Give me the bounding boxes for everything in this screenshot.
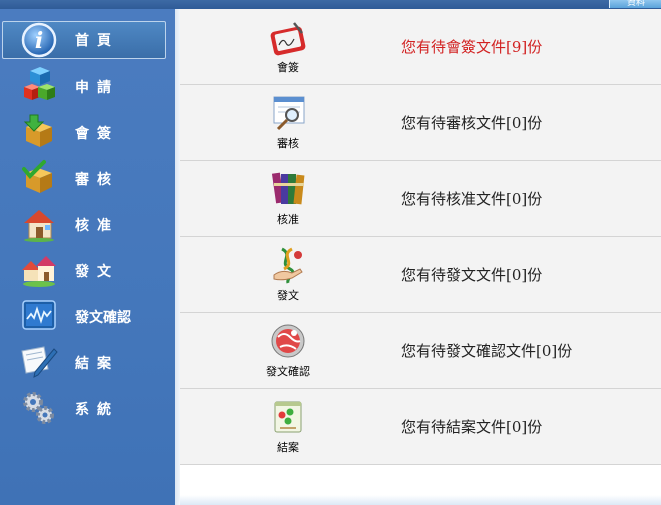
sidebar-item-label: 系統 — [75, 402, 119, 418]
sidebar-item-review[interactable]: 審核 — [0, 159, 175, 201]
sidebar-item-home[interactable]: i 首頁 — [0, 21, 175, 63]
box-check-icon — [22, 160, 52, 193]
task-caption: 發文 — [277, 289, 299, 302]
top-right-button[interactable]: 資料 — [609, 0, 661, 8]
task-list: 會簽 您有待會簽文件[9]份 審核 您有待審核文件[0]份 核准 您有待核准文件… — [180, 9, 661, 505]
dna-hand-icon[interactable] — [268, 245, 308, 285]
top-bar — [0, 0, 661, 9]
task-message[interactable]: 您有待審核文件[0]份 — [401, 112, 542, 133]
sidebar-item-countersign[interactable]: 會簽 — [0, 113, 175, 155]
bottom-band — [180, 495, 661, 505]
sidebar-item-label: 核准 — [75, 218, 119, 234]
top-right-button-label: 資料 — [626, 0, 645, 8]
magnifier-document-icon[interactable] — [268, 93, 308, 133]
sidebar-item-dispatch[interactable]: 發文 — [0, 251, 175, 293]
task-caption: 會簽 — [277, 61, 299, 74]
sidebar-item-label: 首頁 — [75, 33, 119, 49]
svg-text:i: i — [35, 28, 43, 54]
gears-icon — [23, 392, 54, 424]
pen-paper-icon — [21, 346, 58, 378]
task-message[interactable]: 您有待發文確認文件[0]份 — [401, 340, 572, 361]
task-message[interactable]: 您有待會簽文件[9]份 — [401, 36, 542, 57]
task-row-dispatch-confirm: 發文確認 您有待發文確認文件[0]份 — [180, 313, 661, 389]
sidebar-item-apply[interactable]: 申請 — [0, 67, 175, 109]
signature-tablet-icon[interactable] — [268, 17, 308, 57]
task-message[interactable]: 您有待核准文件[0]份 — [401, 188, 542, 209]
box-down-arrow-icon — [23, 114, 52, 147]
notepad-icon[interactable] — [268, 397, 308, 437]
task-row-dispatch: 發文 您有待發文文件[0]份 — [180, 237, 661, 313]
task-row-close-case: 結案 您有待結案文件[0]份 — [180, 389, 661, 465]
sidebar-item-dispatch-confirm[interactable]: 發文確認 — [0, 297, 175, 339]
task-message[interactable]: 您有待發文文件[0]份 — [401, 264, 542, 285]
house-icon — [24, 210, 54, 242]
books-icon[interactable] — [268, 169, 308, 209]
task-row-approve: 核准 您有待核准文件[0]份 — [180, 161, 661, 237]
sidebar-item-system[interactable]: 系統 — [0, 389, 175, 431]
houses-icon — [22, 256, 56, 287]
sidebar-nav: i 首頁 申請 會簽 審核 核准 發文 發文確認 結案 系統 — [0, 9, 175, 505]
task-message[interactable]: 您有待結案文件[0]份 — [401, 416, 542, 437]
task-row-countersign: 會簽 您有待會簽文件[9]份 — [180, 9, 661, 85]
sidebar-item-approve[interactable]: 核准 — [0, 205, 175, 247]
sidebar-item-close-case[interactable]: 結案 — [0, 343, 175, 385]
globe-check-icon[interactable] — [268, 321, 308, 361]
task-caption: 核准 — [277, 213, 299, 226]
sidebar-item-label: 結案 — [75, 356, 119, 372]
task-caption: 審核 — [277, 137, 299, 150]
info-icon: i — [21, 22, 57, 58]
cubes-icon — [24, 67, 55, 100]
task-caption: 結案 — [277, 441, 299, 454]
sidebar-item-label: 發文 — [75, 264, 119, 280]
sidebar-item-label: 發文確認 — [75, 310, 131, 326]
chart-monitor-icon — [22, 300, 56, 330]
task-row-review: 審核 您有待審核文件[0]份 — [180, 85, 661, 161]
task-caption: 發文確認 — [266, 365, 310, 378]
sidebar-item-label: 會簽 — [75, 126, 119, 142]
sidebar-item-label: 申請 — [75, 80, 119, 96]
sidebar-item-label: 審核 — [75, 172, 119, 188]
